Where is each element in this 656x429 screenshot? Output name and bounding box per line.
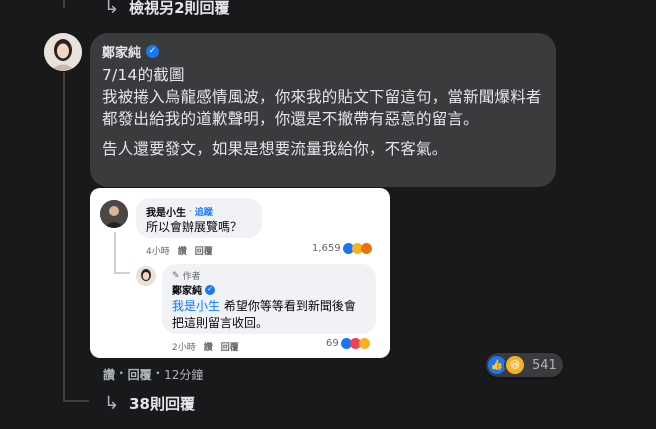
screenshot-count: 69 bbox=[326, 338, 339, 349]
thread-line bbox=[63, 0, 65, 8]
screenshot-follow: 追蹤 bbox=[194, 208, 213, 218]
comment-actions: 讚 · 回覆 · 12分鐘 bbox=[103, 366, 203, 383]
reactions-summary[interactable]: 👍 😆 541 bbox=[486, 353, 563, 377]
screenshot-thread-curve bbox=[114, 272, 130, 274]
thread-line bbox=[63, 72, 65, 402]
mention-tag: 我是小生 bbox=[172, 299, 221, 313]
screenshot-meta: 4小時 讚 回覆 bbox=[146, 244, 213, 257]
author-badge: ✎ 作者 bbox=[172, 269, 201, 283]
separator: · bbox=[155, 366, 161, 380]
screenshot-reaction-count: 1,659 bbox=[312, 243, 372, 254]
verified-badge-icon: ✓ bbox=[205, 284, 215, 295]
reply-arrow-icon: ↳ bbox=[104, 393, 120, 414]
screenshot-comment-bubble: ✎ 作者 鄭家純 ✓ 我是小生 希望你等等看到新聞後會 把這則留言收回。 bbox=[162, 264, 376, 334]
screenshot-time: 4小時 bbox=[146, 247, 170, 257]
haha-reaction-icon: 😆 bbox=[504, 354, 526, 376]
avatar-image bbox=[136, 266, 156, 286]
screenshot-avatar bbox=[100, 200, 128, 228]
screenshot-reply: 回覆 bbox=[220, 343, 239, 353]
screenshot-comment-text: 我是小生 希望你等等看到新聞後會 bbox=[172, 297, 356, 314]
screenshot-like: 讚 bbox=[177, 247, 187, 257]
sad-reaction-icon bbox=[358, 338, 370, 349]
comment-bubble: 鄭家純 ✓ 7/14的截圖 我被捲入烏龍感情風波，你來我的貼文下留這句，當新聞爆… bbox=[90, 33, 556, 187]
screenshot-avatar bbox=[136, 266, 156, 286]
avatar[interactable] bbox=[44, 33, 82, 71]
view-replies-label: 38則回覆 bbox=[129, 395, 195, 413]
angry-reaction-icon bbox=[360, 243, 372, 254]
avatar-image bbox=[100, 200, 128, 228]
screenshot-author: 我是小生 bbox=[146, 208, 186, 219]
screenshot-text-line: 把這則留言收回。 bbox=[172, 316, 269, 330]
screenshot-reply: 回覆 bbox=[194, 247, 213, 257]
screenshot-comment-text: 所以會辦展覽嗎？ bbox=[146, 220, 243, 234]
screenshot-thread-line bbox=[114, 232, 116, 272]
comment-timestamp[interactable]: 12分鐘 bbox=[164, 366, 203, 383]
screenshot-comment-bubble: 我是小生 · 追蹤 所以會辦展覽嗎？ bbox=[136, 198, 262, 238]
reply-action[interactable]: 回覆 bbox=[128, 366, 152, 383]
view-more-replies-label: 檢視另2則回覆 bbox=[129, 0, 230, 17]
thread-curve bbox=[63, 400, 89, 402]
avatar-image bbox=[44, 33, 82, 71]
screenshot-count: 1,659 bbox=[312, 243, 341, 254]
dot-separator: · bbox=[189, 206, 192, 217]
screenshot-like: 讚 bbox=[203, 343, 213, 353]
comment-paragraph: 我被捲入烏龍感情風波，你來我的貼文下留這句，當新聞爆料者都發出給我的道歉聲明，你… bbox=[102, 88, 542, 128]
screenshot-meta: 2小時 讚 回覆 bbox=[172, 340, 239, 353]
reply-arrow-icon: ↳ bbox=[104, 0, 120, 18]
pencil-icon: ✎ bbox=[172, 270, 180, 281]
comment-paragraph: 告人還要發文，如果是想要流量我給你，不客氣。 bbox=[102, 140, 448, 158]
comment-author[interactable]: 鄭家純 bbox=[102, 42, 141, 61]
attached-screenshot-image[interactable]: 我是小生 · 追蹤 所以會辦展覽嗎？ 4小時 讚 回覆 1,659 ✎ 作者 鄭… bbox=[90, 188, 390, 358]
comment-paragraph: 7/14的截圖 bbox=[102, 66, 185, 84]
reactions-count: 541 bbox=[532, 357, 557, 373]
screenshot-text-line: 希望你等等看到新聞後會 bbox=[223, 299, 356, 313]
view-replies-link[interactable]: ↳ 38則回覆 bbox=[104, 393, 195, 414]
like-action[interactable]: 讚 bbox=[103, 366, 115, 383]
author-badge-label: 作者 bbox=[182, 272, 201, 282]
separator: · bbox=[119, 366, 124, 380]
screenshot-author: 鄭家純 bbox=[172, 286, 202, 297]
screenshot-reaction-count: 69 bbox=[326, 338, 370, 349]
screenshot-time: 2小時 bbox=[172, 343, 196, 353]
view-more-replies-link[interactable]: ↳ 檢視另2則回覆 bbox=[104, 0, 230, 18]
verified-badge-icon: ✓ bbox=[146, 45, 160, 58]
